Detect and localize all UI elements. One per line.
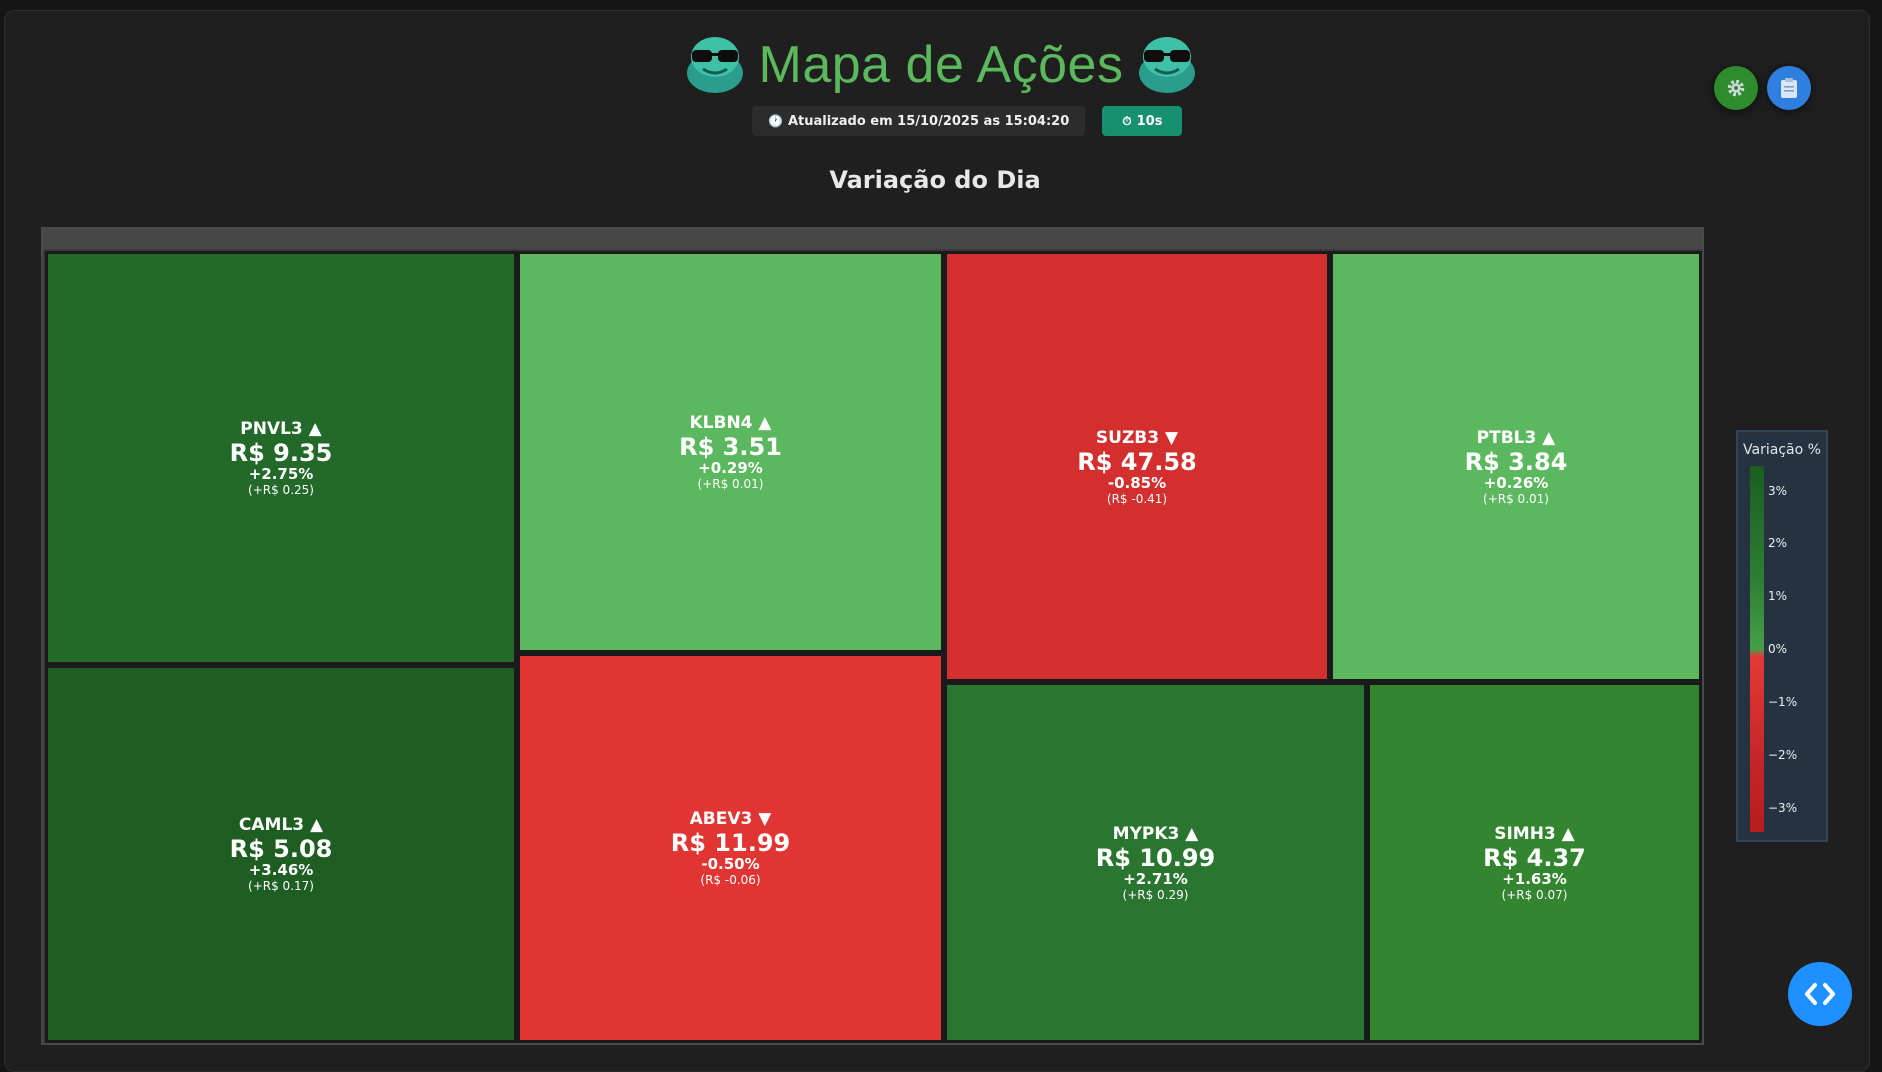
- tile-abs: (+R$ 0.07): [1501, 887, 1568, 902]
- tile-price: R$ 5.08: [229, 835, 333, 863]
- tile-pct: -0.85%: [1107, 473, 1167, 492]
- updated-badge: 🕐 Atualizado em 15/10/2025 as 15:04:20: [752, 106, 1086, 136]
- code-button[interactable]: [1788, 962, 1852, 1026]
- updated-text: Atualizado em 15/10/2025 as 15:04:20: [787, 113, 1070, 129]
- tile-abs: (R$ -0.41): [1106, 491, 1168, 506]
- tile-abs: (+R$ 0.25): [248, 483, 314, 497]
- settings-button[interactable]: [1714, 66, 1758, 110]
- section-title: Variação do Dia: [829, 166, 1041, 194]
- tile-pct: +0.29%: [698, 459, 763, 477]
- stopwatch-icon: ⏱: [1122, 113, 1132, 128]
- tile-caml3[interactable]: CAML3 ▲ R$ 5.08 +3.46% (+R$ 0.17): [45, 665, 517, 1043]
- tile-ticker: ABEV3 ▼: [689, 809, 772, 829]
- tile-mypk3[interactable]: MYPK3 ▲ R$ 10.99 +2.71% (+R$ 0.29): [944, 682, 1367, 1043]
- tile-ticker: CAML3 ▲: [238, 815, 324, 835]
- clock-icon: 🕐: [768, 114, 783, 128]
- tile-price: R$ 9.35: [229, 439, 333, 467]
- refresh-timer-badge[interactable]: ⏱ 10s: [1102, 106, 1183, 136]
- tile-pnvl3[interactable]: PNVL3 ▲ R$ 9.35 +2.75% (+R$ 0.25): [45, 251, 517, 665]
- tile-price: R$ 3.84: [1464, 447, 1568, 476]
- tile-ticker: SUZB3 ▼: [1095, 427, 1179, 448]
- tile-ticker: SIMH3 ▲: [1494, 823, 1575, 844]
- legend-tick: 2%: [1768, 536, 1788, 550]
- legend-gradient-bar: [1750, 466, 1764, 832]
- legend-tick: −3%: [1768, 801, 1798, 815]
- turtle-logo-icon: [1139, 37, 1196, 93]
- code-brackets-icon: [1805, 983, 1835, 1005]
- legend-title: Variação %: [1743, 442, 1821, 458]
- tile-abs: (+R$ 0.29): [1122, 887, 1189, 902]
- color-legend: Variação % 3% 2% 1% 0% −1% −2% −3%: [1736, 430, 1828, 842]
- header: Mapa de Ações: [0, 30, 1882, 100]
- clipboard-icon: [1781, 78, 1797, 98]
- tile-klbn4[interactable]: KLBN4 ▲ R$ 3.51 +0.29% (+R$ 0.01): [517, 251, 944, 653]
- tile-simh3[interactable]: SIMH3 ▲ R$ 4.37 +1.63% (+R$ 0.07): [1367, 682, 1702, 1043]
- tile-suzb3[interactable]: SUZB3 ▼ R$ 47.58 -0.85% (R$ -0.41): [944, 251, 1330, 682]
- legend-tick: −2%: [1768, 748, 1798, 762]
- legend-tick: 1%: [1768, 589, 1788, 603]
- turtle-logo-icon: [686, 37, 743, 93]
- tile-pct: +3.46%: [248, 861, 314, 879]
- tile-pct: +1.63%: [1502, 869, 1567, 888]
- tile-pct: +2.71%: [1123, 869, 1188, 888]
- tile-ticker: KLBN4 ▲: [689, 413, 772, 433]
- legend-tick: 3%: [1768, 484, 1788, 498]
- tile-abs: (+R$ 0.01): [1483, 491, 1549, 506]
- tile-price: R$ 11.99: [670, 829, 791, 857]
- gear-icon: [1727, 79, 1745, 97]
- tile-ticker: PNVL3 ▲: [240, 419, 322, 439]
- status-row: 🕐 Atualizado em 15/10/2025 as 15:04:20 ⏱…: [752, 106, 1183, 136]
- tile-ticker: PTBL3 ▲: [1476, 427, 1556, 448]
- tile-pct: +0.26%: [1483, 473, 1549, 492]
- treemap: PNVL3 ▲ R$ 9.35 +2.75% (+R$ 0.25) KLBN4 …: [41, 227, 1704, 1045]
- tile-ptbl3[interactable]: PTBL3 ▲ R$ 3.84 +0.26% (+R$ 0.01): [1330, 251, 1702, 682]
- tile-price: R$ 3.51: [679, 433, 782, 461]
- tile-pct: -0.50%: [701, 855, 760, 873]
- notes-button[interactable]: [1767, 66, 1811, 110]
- tile-abev3[interactable]: ABEV3 ▼ R$ 11.99 -0.50% (R$ -0.06): [517, 653, 944, 1043]
- legend-tick: −1%: [1768, 695, 1798, 709]
- tile-abs: (+R$ 0.17): [248, 879, 314, 893]
- timer-text: 10s: [1136, 113, 1163, 129]
- tile-ticker: MYPK3 ▲: [1112, 823, 1199, 844]
- legend-tick: 0%: [1768, 642, 1788, 656]
- tile-abs: (R$ -0.06): [700, 873, 761, 887]
- page-title: Mapa de Ações: [758, 36, 1124, 94]
- tile-pct: +2.75%: [248, 465, 314, 483]
- treemap-header-bar: [43, 229, 1702, 249]
- tile-price: R$ 4.37: [1483, 843, 1586, 872]
- tile-price: R$ 47.58: [1077, 447, 1197, 476]
- tile-abs: (+R$ 0.01): [697, 477, 764, 491]
- tile-price: R$ 10.99: [1095, 843, 1216, 872]
